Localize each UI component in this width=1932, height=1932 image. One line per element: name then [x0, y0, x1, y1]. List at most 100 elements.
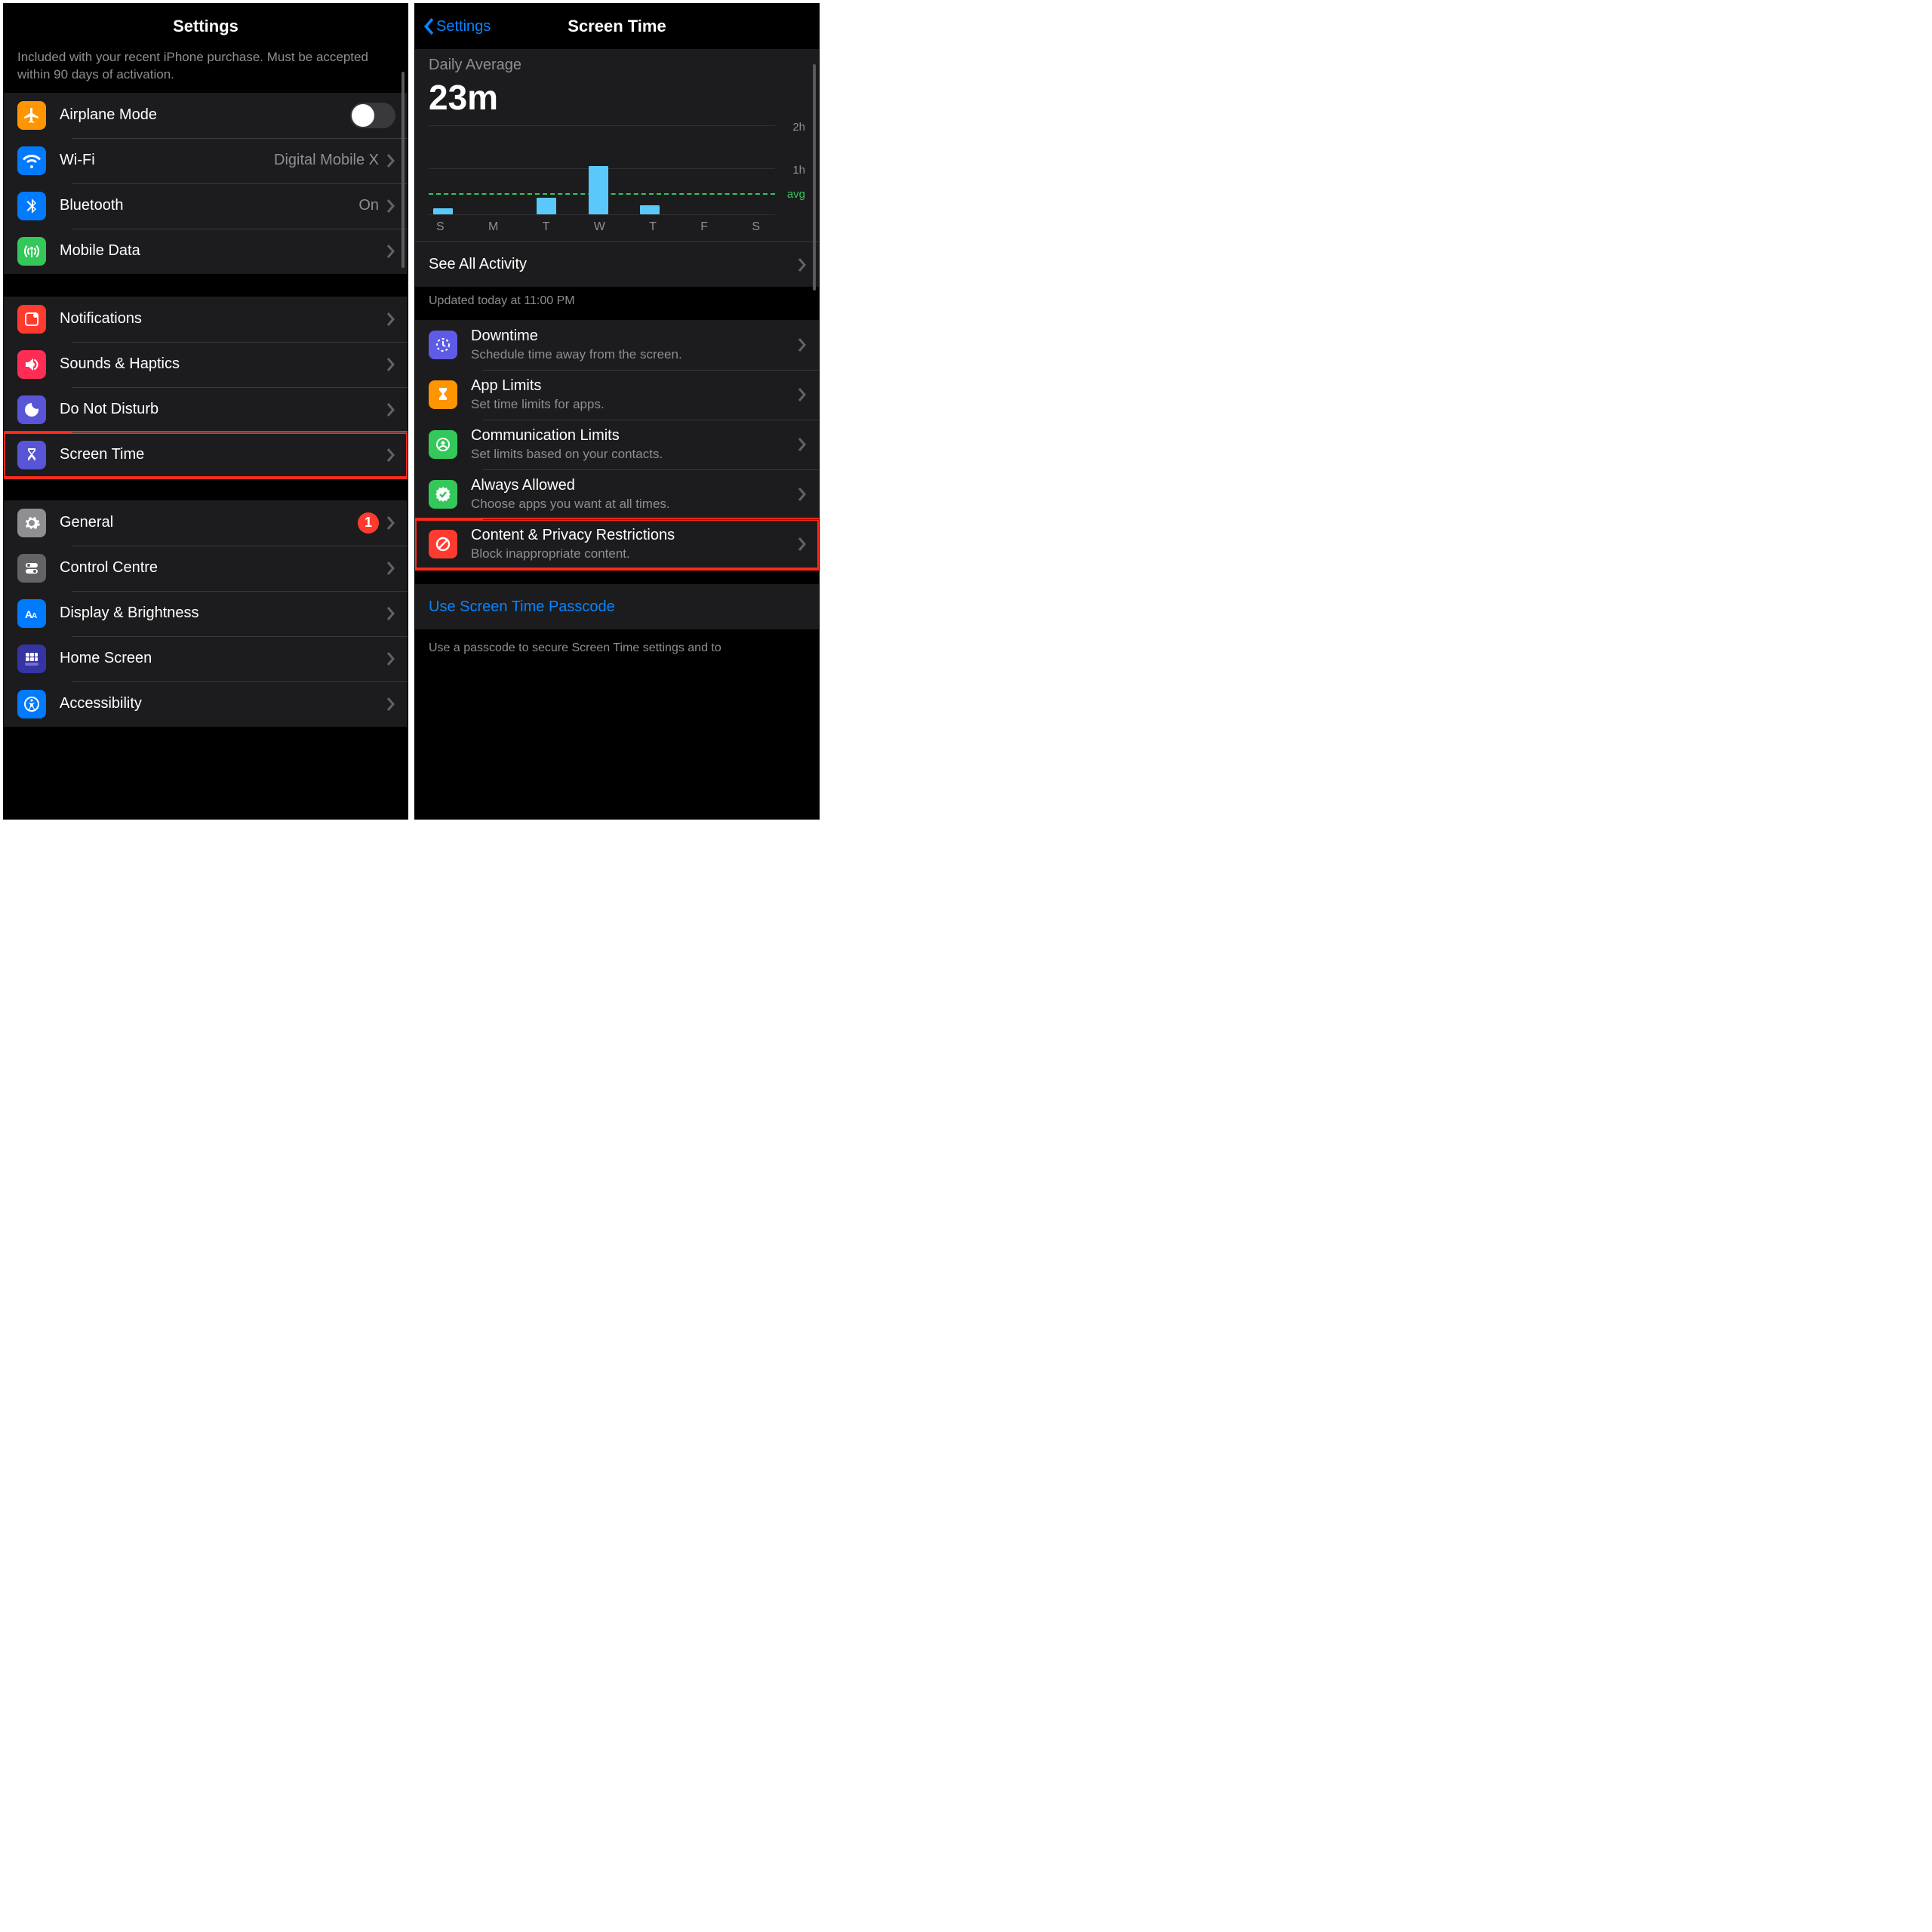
settings-screen: Settings Included with your recent iPhon… — [3, 3, 408, 820]
always-allowed-sub: Choose apps you want at all times. — [471, 497, 798, 512]
bluetooth-icon — [17, 192, 46, 220]
notifications-row[interactable]: Notifications — [4, 297, 408, 342]
accessibility-icon — [17, 690, 46, 718]
navbar: Settings Screen Time — [415, 4, 819, 49]
chart-day-label: T — [649, 220, 657, 234]
downtime-sub: Schedule time away from the screen. — [471, 347, 798, 362]
airplane-label: Airplane Mode — [60, 106, 350, 124]
daily-average-value: 23m — [429, 77, 805, 118]
chart-bar — [537, 198, 556, 214]
content-privacy-title: Content & Privacy Restrictions — [471, 527, 798, 544]
chart-day-label: S — [752, 220, 760, 234]
chart-baseline — [429, 214, 775, 215]
system-group-1: Notifications Sounds & Haptics Do Not Di… — [4, 297, 408, 478]
see-all-activity-row[interactable]: See All Activity — [415, 242, 819, 287]
general-row[interactable]: General 1 — [4, 500, 408, 546]
downtime-row[interactable]: Downtime Schedule time away from the scr… — [415, 320, 819, 370]
wifi-row[interactable]: Wi-Fi Digital Mobile X — [4, 138, 408, 183]
always-allowed-row[interactable]: Always Allowed Choose apps you want at a… — [415, 469, 819, 519]
airplane-icon — [17, 101, 46, 130]
chart-bars — [429, 125, 768, 214]
scrollbar[interactable] — [813, 64, 816, 291]
airplane-toggle[interactable] — [350, 103, 395, 128]
chevron-right-icon — [798, 537, 807, 551]
speaker-icon — [17, 350, 46, 379]
chart-day-label: S — [436, 220, 445, 234]
accessibility-row[interactable]: Accessibility — [4, 681, 408, 727]
mobile-data-label: Mobile Data — [60, 242, 386, 260]
always-allowed-title: Always Allowed — [471, 477, 798, 494]
hourglass-icon — [429, 380, 457, 409]
communication-limits-row[interactable]: Communication Limits Set limits based on… — [415, 420, 819, 469]
chevron-right-icon — [386, 652, 395, 666]
promo-note: Included with your recent iPhone purchas… — [4, 49, 408, 93]
chevron-right-icon — [386, 697, 395, 711]
sounds-label: Sounds & Haptics — [60, 355, 386, 373]
mobile-data-row[interactable]: Mobile Data — [4, 229, 408, 274]
home-screen-label: Home Screen — [60, 650, 386, 667]
display-label: Display & Brightness — [60, 605, 386, 622]
airplane-mode-row[interactable]: Airplane Mode — [4, 93, 408, 138]
chart-bar — [640, 205, 660, 214]
chevron-right-icon — [386, 245, 395, 258]
sounds-row[interactable]: Sounds & Haptics — [4, 342, 408, 387]
chart-day-label: M — [488, 220, 498, 234]
screen-time-label: Screen Time — [60, 446, 386, 463]
chart-ylabel-1h: 1h — [792, 164, 805, 177]
checkmark-seal-icon — [429, 480, 457, 509]
moon-icon — [17, 395, 46, 424]
back-button[interactable]: Settings — [423, 18, 491, 35]
passcode-note: Use a passcode to secure Screen Time set… — [415, 634, 819, 655]
use-passcode-label: Use Screen Time Passcode — [429, 598, 807, 616]
bluetooth-label: Bluetooth — [60, 197, 358, 214]
chevron-right-icon — [386, 516, 395, 530]
navbar: Settings — [4, 4, 408, 49]
chevron-right-icon — [386, 448, 395, 462]
chevron-right-icon — [386, 561, 395, 575]
screen-time-row[interactable]: Screen Time — [4, 432, 408, 478]
dnd-row[interactable]: Do Not Disturb — [4, 387, 408, 432]
updated-note: Updated today at 11:00 PM — [415, 287, 819, 320]
downtime-icon — [429, 331, 457, 359]
gear-icon — [17, 509, 46, 537]
control-centre-row[interactable]: Control Centre — [4, 546, 408, 591]
use-passcode-row[interactable]: Use Screen Time Passcode — [415, 584, 819, 629]
chevron-right-icon — [386, 154, 395, 168]
app-limits-row[interactable]: App Limits Set time limits for apps. — [415, 370, 819, 420]
chart-day-label: T — [543, 220, 550, 234]
usage-chart: 2h 1h avg SMTWTFS — [429, 125, 805, 238]
bluetooth-row[interactable]: Bluetooth On — [4, 183, 408, 229]
antenna-icon — [17, 237, 46, 266]
person-circle-icon — [429, 430, 457, 459]
content-privacy-row[interactable]: Content & Privacy Restrictions Block ina… — [415, 519, 819, 569]
general-badge: 1 — [358, 512, 379, 534]
daily-average-block: Daily Average 23m — [415, 49, 819, 118]
switches-icon — [17, 554, 46, 583]
daily-average-label: Daily Average — [429, 57, 805, 74]
text-size-icon: AA — [17, 599, 46, 628]
control-centre-label: Control Centre — [60, 559, 386, 577]
page-title: Screen Time — [568, 17, 666, 36]
connectivity-group: Airplane Mode Wi-Fi Digital Mobile X Blu… — [4, 93, 408, 274]
chevron-right-icon — [798, 438, 807, 451]
chevron-right-icon — [386, 607, 395, 620]
downtime-title: Downtime — [471, 328, 798, 345]
chart-ylabel-2h: 2h — [792, 121, 805, 134]
notifications-icon — [17, 305, 46, 334]
see-all-label: See All Activity — [429, 256, 798, 273]
svg-text:A: A — [32, 612, 37, 620]
bluetooth-value: On — [358, 197, 379, 214]
screen-time-screen: Settings Screen Time Daily Average 23m 2… — [414, 3, 820, 820]
notifications-label: Notifications — [60, 310, 386, 328]
app-limits-sub: Set time limits for apps. — [471, 397, 798, 412]
scrollbar[interactable] — [401, 72, 405, 268]
screentime-options-group: Downtime Schedule time away from the scr… — [415, 320, 819, 569]
passcode-group: Use Screen Time Passcode — [415, 584, 819, 629]
communication-limits-title: Communication Limits — [471, 427, 798, 445]
home-screen-row[interactable]: Home Screen — [4, 636, 408, 681]
chevron-right-icon — [798, 258, 807, 272]
no-sign-icon — [429, 530, 457, 558]
wifi-icon — [17, 146, 46, 175]
display-row[interactable]: AA Display & Brightness — [4, 591, 408, 636]
wifi-value: Digital Mobile X — [274, 152, 379, 169]
